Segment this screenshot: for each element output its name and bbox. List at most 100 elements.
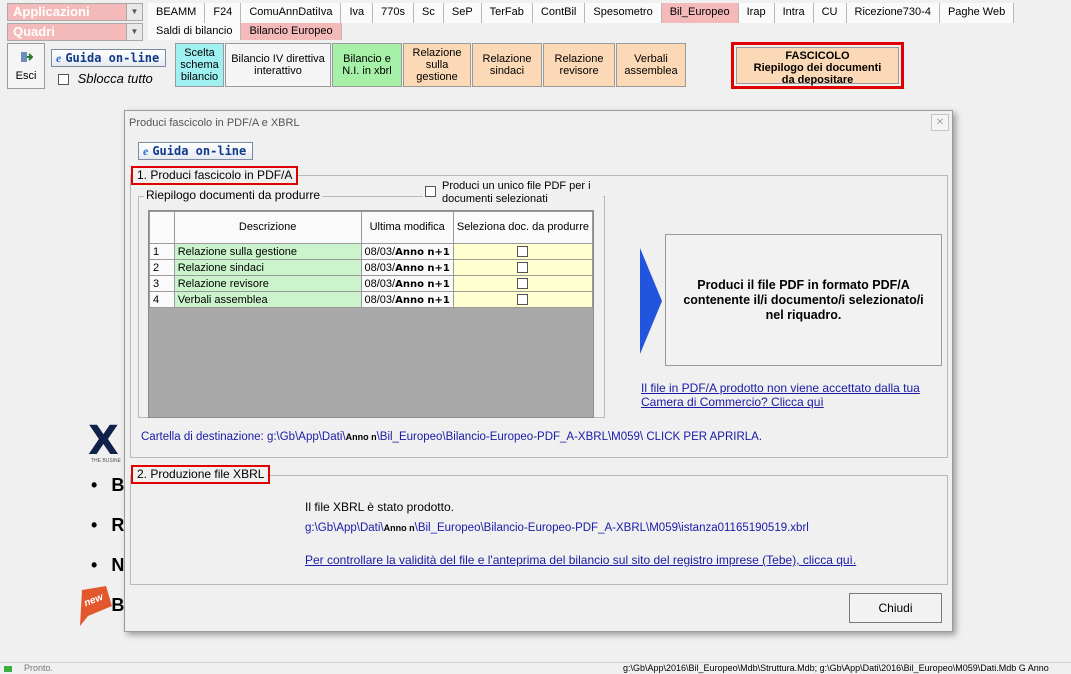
tab-sc[interactable]: Sc xyxy=(414,3,444,23)
relazione-gestione-button[interactable]: Relazione sulla gestione xyxy=(403,43,471,87)
row-anno: Anno n+1 xyxy=(395,246,450,258)
relazione-revisore-label: Relazione revisore xyxy=(554,53,604,77)
bilancio-ni-button[interactable]: Bilancio e N.I. in xbrl xyxy=(332,43,402,87)
verbali-assemblea-button[interactable]: Verbali assemblea xyxy=(616,43,686,87)
fascicolo-title: FASCICOLO xyxy=(785,50,850,62)
background-bullet-item: • N xyxy=(91,555,124,576)
tab-beamm[interactable]: BEAMM xyxy=(148,3,206,23)
guida-online-button[interactable]: e Guida on-line xyxy=(51,49,167,67)
scelta-schema-button[interactable]: Scelta schema bilancio xyxy=(175,43,224,87)
tab-spesometro[interactable]: Spesometro xyxy=(585,3,662,23)
row-date: 08/03/ xyxy=(364,277,396,290)
scelta-schema-label: Scelta schema bilancio xyxy=(180,47,219,83)
background-bullet-text: B xyxy=(111,475,125,495)
guida-online-label: Guida on-line xyxy=(65,51,160,65)
checkbox-icon[interactable] xyxy=(425,186,436,197)
esci-label: Esci xyxy=(15,70,37,82)
bilancio-iv-button[interactable]: Bilancio IV direttiva interattivo xyxy=(225,43,331,87)
row-number: 3 xyxy=(149,275,175,292)
sblocca-tutto-checkbox[interactable]: Sblocca tutto xyxy=(58,71,153,86)
chiudi-button[interactable]: Chiudi xyxy=(849,593,942,623)
section2-label: 2. Produzione file XBRL xyxy=(131,465,271,484)
unico-pdf-checkbox[interactable]: Produci un unico file PDF per i document… xyxy=(423,180,603,206)
grid-header-descrizione: Descrizione xyxy=(173,211,362,244)
xbrl-anno: Anno n xyxy=(383,523,415,533)
new-badge: new xyxy=(76,586,112,626)
tab-bil-europeo[interactable]: Bil_Europeo xyxy=(661,3,739,23)
row-descrizione: Relazione sulla gestione xyxy=(173,243,362,260)
bilancio-ni-label: Bilancio e N.I. in xbrl xyxy=(342,53,392,77)
checkbox-icon[interactable] xyxy=(517,294,529,306)
table-row[interactable]: 4 Verbali assemblea 08/03/Anno n+1 xyxy=(149,291,594,308)
bullet-icon: • xyxy=(91,555,98,575)
tab-sep[interactable]: SeP xyxy=(443,3,482,23)
status-left: Pronto. xyxy=(24,663,54,673)
produci-pdf-button[interactable]: Produci il file PDF in formato PDF/A con… xyxy=(665,234,942,366)
xbrl-status: Il file XBRL è stato prodotto. xyxy=(305,500,454,514)
checkbox-icon[interactable] xyxy=(517,246,529,258)
close-icon[interactable]: ✕ xyxy=(931,114,949,131)
relazione-sindaci-button[interactable]: Relazione sindaci xyxy=(472,43,542,87)
applicazioni-select[interactable]: Applicazioni ▼ xyxy=(7,3,143,21)
row-descrizione: Relazione revisore xyxy=(173,275,362,292)
tab-f24[interactable]: F24 xyxy=(205,3,242,23)
tab-cu[interactable]: CU xyxy=(813,3,847,23)
row-ultima-modifica: 08/03/Anno n+1 xyxy=(360,243,454,260)
checkbox-icon[interactable] xyxy=(58,74,69,86)
background-bullet-text: N xyxy=(111,555,125,575)
tab-comuanndatiiva[interactable]: ComuAnnDatiIva xyxy=(241,3,342,23)
row-number: 2 xyxy=(149,259,175,276)
esci-button[interactable]: Esci xyxy=(7,43,45,89)
cartella-destinazione[interactable]: Cartella di destinazione: g:\Gb\App\Dati… xyxy=(141,431,762,443)
subtab-bilancio-europeo[interactable]: Bilancio Europeo xyxy=(241,23,342,40)
chevron-down-icon[interactable]: ▼ xyxy=(126,24,142,40)
sub-tab-bar: Saldi di bilancio Bilancio Europeo xyxy=(148,23,342,43)
status-right: g:\Gb\App\2016\Bil_Europeo\Mdb\Struttura… xyxy=(623,663,1049,673)
row-select-cell[interactable] xyxy=(452,259,594,276)
tab-contbil[interactable]: ContBil xyxy=(532,3,586,23)
tebe-validity-link[interactable]: Per controllare la validità del file e l… xyxy=(305,553,856,567)
arrow-right-icon xyxy=(640,248,662,357)
row-anno: Anno n+1 xyxy=(395,262,450,274)
table-row[interactable]: 1 Relazione sulla gestione 08/03/Anno n+1 xyxy=(149,243,594,260)
relazione-revisore-button[interactable]: Relazione revisore xyxy=(543,43,615,87)
grid-empty-area xyxy=(149,307,593,408)
checkbox-icon[interactable] xyxy=(517,278,529,290)
row-select-cell[interactable] xyxy=(452,243,594,260)
grid-header-seleziona: Seleziona doc. da produrre xyxy=(452,211,594,244)
dialog-guida-online-button[interactable]: e Guida on-line xyxy=(138,142,254,160)
fascicolo-button[interactable]: FASCICOLO Riepilogo dei documenti da dep… xyxy=(736,47,899,86)
fascicolo-highlight: FASCICOLO Riepilogo dei documenti da dep… xyxy=(731,42,904,89)
chevron-down-icon[interactable]: ▼ xyxy=(126,4,142,20)
tab-iva[interactable]: Iva xyxy=(341,3,374,23)
riepilogo-label: Riepilogo documenti da produrre xyxy=(144,188,323,202)
tab-intra[interactable]: Intra xyxy=(774,3,814,23)
cartella-path-start: g:\Gb\App\Dati\ xyxy=(266,431,346,443)
applicazioni-select-label: Applicazioni xyxy=(13,4,90,19)
table-row[interactable]: 2 Relazione sindaci 08/03/Anno n+1 xyxy=(149,259,594,276)
row-select-cell[interactable] xyxy=(452,291,594,308)
tab-770s[interactable]: 770s xyxy=(373,3,415,23)
unico-pdf-label: Produci un unico file PDF per i document… xyxy=(442,180,591,205)
row-descrizione: Verbali assemblea xyxy=(173,291,362,308)
subtab-saldi-di-bilancio[interactable]: Saldi di bilancio xyxy=(148,23,242,40)
tab-irap[interactable]: Irap xyxy=(738,3,775,23)
table-row[interactable]: 3 Relazione revisore 08/03/Anno n+1 xyxy=(149,275,594,292)
cartella-click: CLICK PER APRIRLA. xyxy=(646,431,763,443)
section1-label: 1. Produci fascicolo in PDF/A xyxy=(131,166,299,185)
xbrl-file-path[interactable]: g:\Gb\App\Dati\Anno n\Bil_Europeo\Bilanc… xyxy=(305,522,809,534)
quadri-select[interactable]: Quadri ▼ xyxy=(7,23,143,41)
camera-commercio-link[interactable]: Il file in PDF/A prodotto non viene acce… xyxy=(641,381,941,409)
tab-terfab[interactable]: TerFab xyxy=(481,3,533,23)
row-date: 08/03/ xyxy=(364,261,396,274)
row-date: 08/03/ xyxy=(364,245,396,258)
relazione-gestione-label: Relazione sulla gestione xyxy=(412,47,462,83)
cartella-label: Cartella di destinazione: xyxy=(141,431,264,443)
tab-ricezione730-4[interactable]: Ricezione730-4 xyxy=(846,3,940,23)
row-ultima-modifica: 08/03/Anno n+1 xyxy=(360,291,454,308)
tab-paghe-web[interactable]: Paghe Web xyxy=(939,3,1015,23)
row-select-cell[interactable] xyxy=(452,275,594,292)
xbrl-path-start: g:\Gb\App\Dati\ xyxy=(305,522,384,534)
relazione-sindaci-label: Relazione sindaci xyxy=(482,53,532,77)
checkbox-icon[interactable] xyxy=(517,262,529,274)
